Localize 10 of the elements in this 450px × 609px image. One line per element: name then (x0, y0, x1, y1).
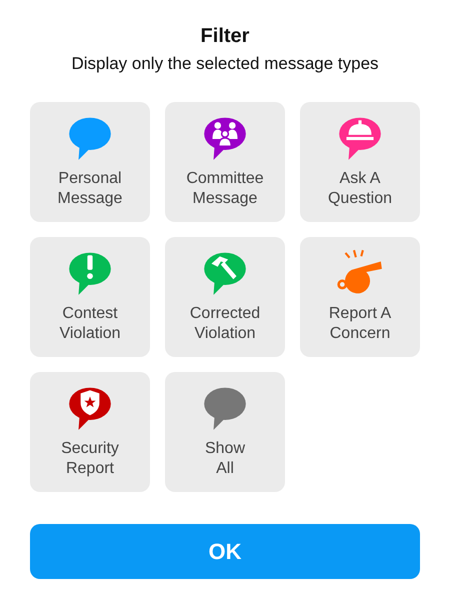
filter-option[interactable]: Ask A Question (300, 102, 420, 222)
filter-option[interactable]: Show All (165, 372, 285, 492)
dialog-title: Filter (200, 25, 250, 48)
filter-option[interactable]: Corrected Violation (165, 237, 285, 357)
dialog-subtitle: Display only the selected message types (71, 54, 379, 74)
filter-option[interactable]: Contest Violation (30, 237, 150, 357)
filter-option[interactable]: Security Report (30, 372, 150, 492)
filter-option[interactable]: Committee Message (165, 102, 285, 222)
filter-option[interactable]: Report A Concern (300, 237, 420, 357)
filter-option[interactable]: Personal Message (30, 102, 150, 222)
